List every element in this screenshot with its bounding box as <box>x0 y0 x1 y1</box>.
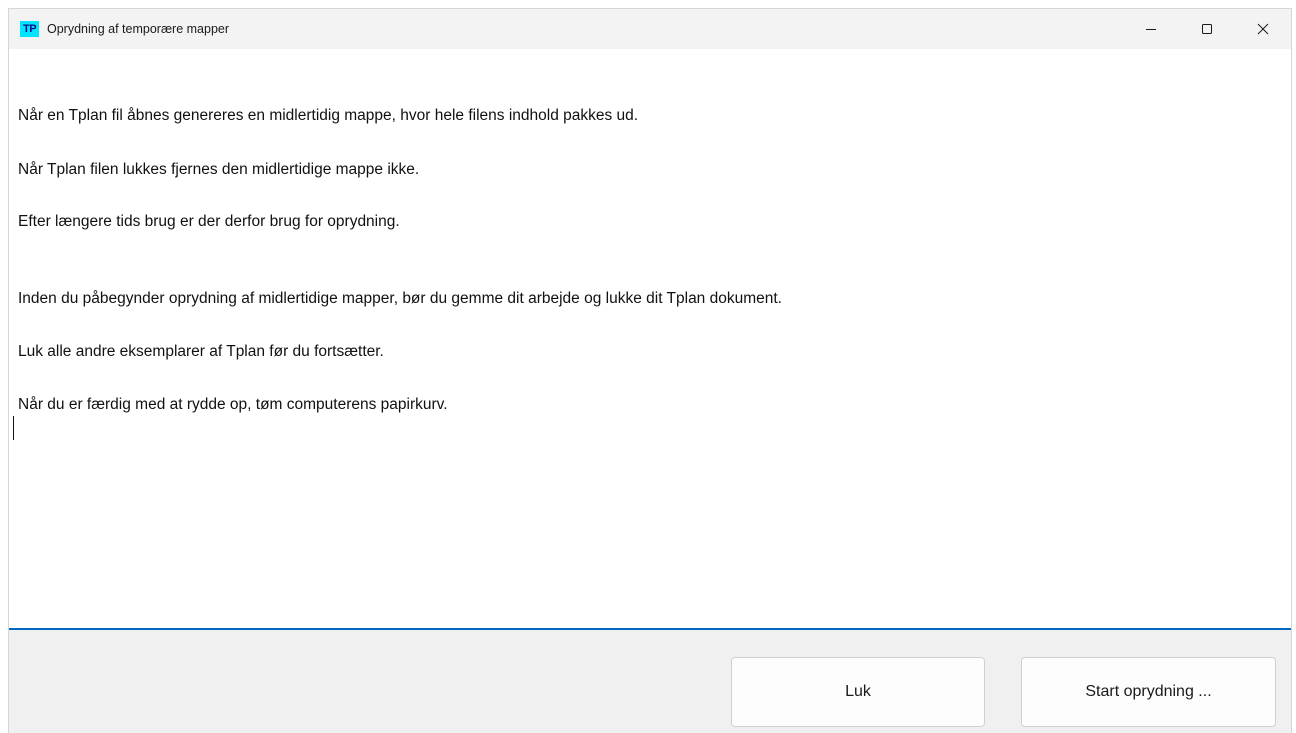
minimize-button[interactable] <box>1123 9 1179 49</box>
window-title: Oprydning af temporære mapper <box>47 22 230 36</box>
close-icon <box>1257 23 1269 35</box>
text-caret <box>13 416 14 440</box>
paragraph-temp-folder-created: Når en Tplan fil åbnes genereres en midl… <box>18 107 639 124</box>
minimize-icon <box>1146 29 1156 30</box>
close-window-button[interactable] <box>1235 9 1291 49</box>
tplan-app-icon: TP <box>20 21 39 37</box>
paragraph-save-work: Inden du påbegynder oprydning af midlert… <box>18 290 782 307</box>
window-controls <box>1123 9 1291 49</box>
cleanup-dialog: TP Oprydning af temporære mapper Når en … <box>8 8 1292 733</box>
paragraph-folder-not-removed: Når Tplan filen lukkes fjernes den midle… <box>18 161 420 178</box>
paragraph-close-instances: Luk alle andre eksemplarer af Tplan før … <box>18 343 384 360</box>
paragraph-empty-recycle-bin: Når du er færdig med at rydde op, tøm co… <box>18 396 448 413</box>
start-cleanup-button[interactable]: Start oprydning ... <box>1021 657 1276 727</box>
close-button[interactable]: Luk <box>731 657 985 727</box>
maximize-button[interactable] <box>1179 9 1235 49</box>
info-text-area[interactable]: Når en Tplan fil åbnes genereres en midl… <box>9 49 1291 630</box>
paragraph-cleanup-needed: Efter længere tids brug er der derfor br… <box>18 213 400 230</box>
button-bar: Luk Start oprydning ... <box>9 630 1291 733</box>
maximize-icon <box>1202 24 1212 34</box>
title-bar[interactable]: TP Oprydning af temporære mapper <box>9 9 1291 49</box>
